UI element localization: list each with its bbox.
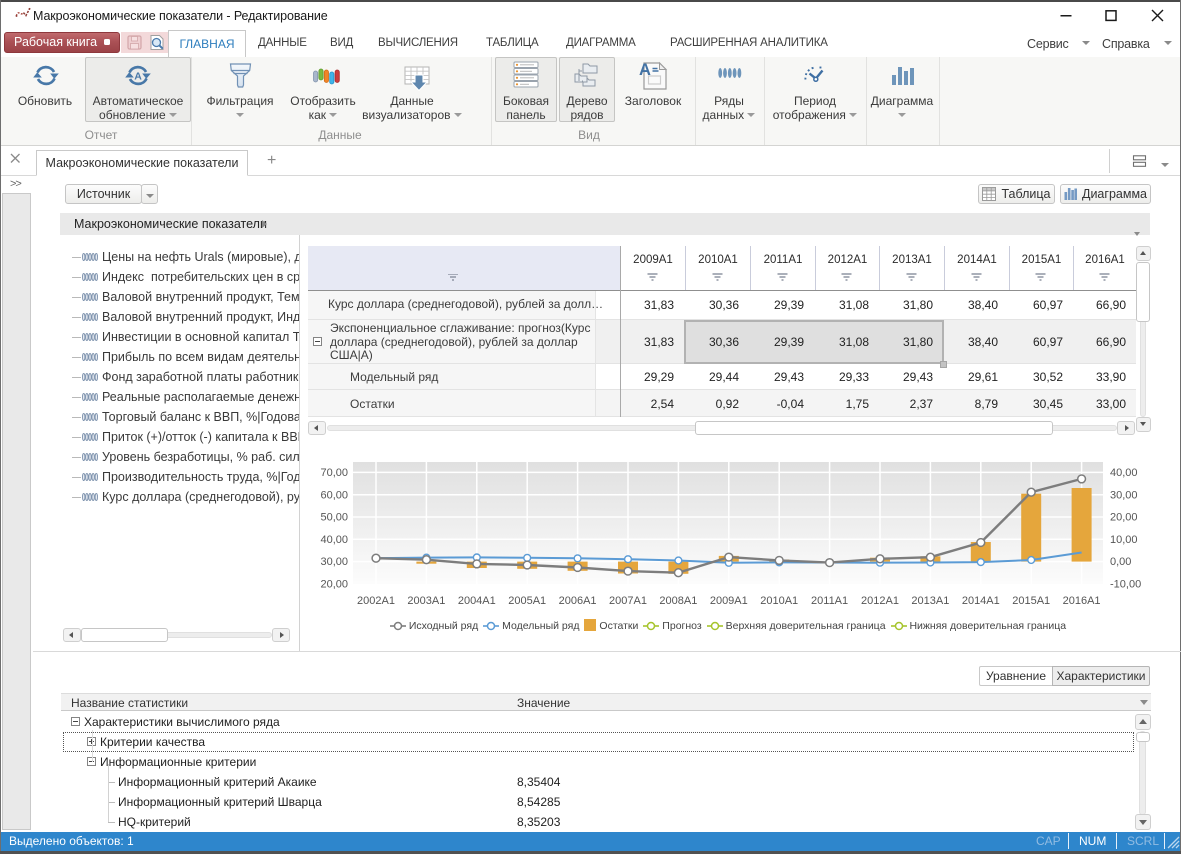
- svg-text:30,00: 30,00: [1110, 489, 1138, 501]
- svg-text:2010A1: 2010A1: [760, 595, 798, 607]
- svg-text:2012A1: 2012A1: [861, 595, 899, 607]
- svg-text:2016A1: 2016A1: [1063, 595, 1101, 607]
- svg-text:2011A1: 2011A1: [811, 595, 848, 607]
- svg-text:2014A1: 2014A1: [962, 595, 1000, 607]
- svg-text:10,00: 10,00: [1110, 534, 1138, 546]
- svg-text:2005A1: 2005A1: [508, 595, 546, 607]
- svg-text:70,00: 70,00: [320, 467, 348, 479]
- svg-text:A: A: [134, 71, 142, 83]
- svg-text:2008A1: 2008A1: [659, 595, 697, 607]
- svg-text:2003A1: 2003A1: [407, 595, 445, 607]
- svg-text:30,00: 30,00: [320, 556, 348, 568]
- svg-text:50,00: 50,00: [320, 512, 348, 524]
- svg-text:40,00: 40,00: [320, 534, 348, 546]
- svg-text:2006A1: 2006A1: [559, 595, 597, 607]
- svg-text:2015A1: 2015A1: [1012, 595, 1050, 607]
- svg-text:2007A1: 2007A1: [609, 595, 647, 607]
- svg-text:40,00: 40,00: [1110, 467, 1138, 479]
- svg-text:60,00: 60,00: [320, 489, 348, 501]
- svg-text:2009A1: 2009A1: [710, 595, 748, 607]
- svg-text:20,00: 20,00: [1110, 512, 1138, 524]
- svg-text:20,00: 20,00: [320, 579, 348, 591]
- svg-text:0,00: 0,00: [1110, 556, 1131, 568]
- svg-text:2013A1: 2013A1: [911, 595, 949, 607]
- svg-text:A: A: [639, 61, 651, 79]
- svg-text:-10,00: -10,00: [1110, 579, 1141, 591]
- svg-text:2002A1: 2002A1: [357, 595, 395, 607]
- svg-text:2004A1: 2004A1: [458, 595, 496, 607]
